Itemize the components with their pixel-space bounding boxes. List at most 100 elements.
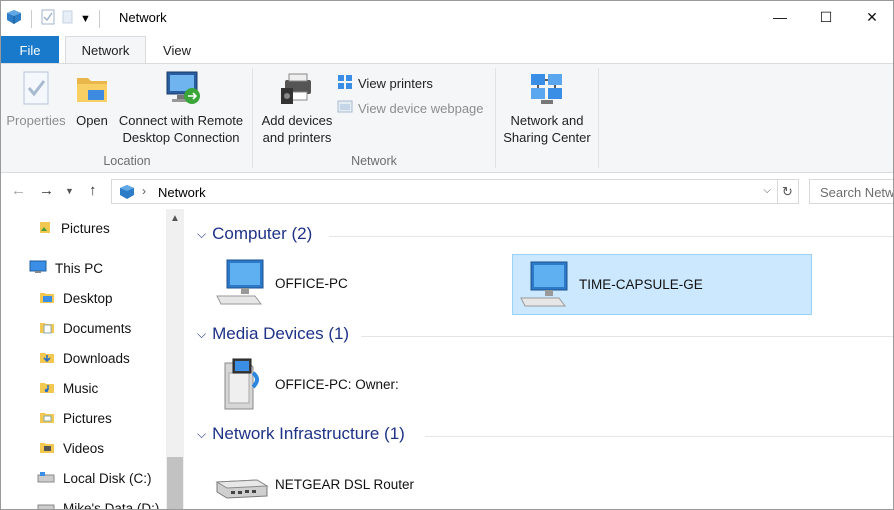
sidebar-item-data-drive[interactable]: Mike's Data (D:): [37, 499, 160, 510]
drive-icon: [37, 499, 55, 509]
quick-access-toolbar: ▼: [5, 8, 104, 29]
music-folder-icon: [39, 379, 55, 398]
search-input[interactable]: Search Network: [809, 179, 893, 204]
network-item-office-pc[interactable]: OFFICE-PC: [213, 254, 348, 312]
item-label: OFFICE-PC: Owner:: [275, 376, 399, 392]
title-bar: ▼ Network — ☐ ✕: [1, 1, 893, 35]
sidebar-item-label: Desktop: [63, 291, 113, 306]
sharing-group: Network and Sharing Center: [495, 64, 599, 172]
properties-button[interactable]: Properties: [5, 70, 67, 129]
refresh-button[interactable]: ↻: [777, 179, 799, 204]
properties-qat-icon[interactable]: [40, 9, 56, 28]
network-sharing-icon: [529, 70, 565, 108]
scroll-up-icon[interactable]: ▲: [166, 213, 184, 229]
group-divider: [361, 336, 893, 337]
pictures-folder-icon: [39, 409, 55, 428]
back-arrow-icon[interactable]: ←: [11, 182, 26, 199]
location-group-label: Location: [103, 154, 151, 168]
collapse-chevron-icon[interactable]: ⌵: [197, 427, 206, 442]
network-item-time-capsule[interactable]: TIME-CAPSULE-GE: [512, 254, 812, 315]
qat-separator: [98, 9, 100, 28]
content-pane: ⌵ Computer (2) OFFICE-PC TIME-CAPSULE-GE…: [187, 209, 893, 509]
sidebar-item-label: Music: [63, 381, 99, 396]
group-header-media-devices[interactable]: ⌵ Media Devices (1): [197, 324, 349, 344]
group-label: Media Devices (1): [212, 324, 350, 343]
group-header-computer[interactable]: ⌵ Computer (2): [197, 224, 312, 244]
tab-network[interactable]: Network: [65, 36, 146, 64]
desktop-folder-icon: [39, 289, 55, 308]
new-folder-qat-icon[interactable]: [60, 9, 76, 28]
sidebar-item-pictures-quick[interactable]: Pictures: [37, 219, 110, 238]
sidebar-item-documents[interactable]: Documents: [39, 319, 131, 338]
sidebar-item-this-pc[interactable]: This PC: [29, 259, 103, 278]
pictures-icon: [37, 219, 53, 238]
add-devices-button[interactable]: Add devices and printers: [257, 70, 337, 146]
maximize-button[interactable]: ☐: [803, 1, 849, 33]
remote-desktop-icon: [163, 70, 200, 108]
view-printers-button[interactable]: View printers: [337, 74, 433, 93]
sidebar-item-pictures[interactable]: Pictures: [39, 409, 112, 428]
network-sharing-center-button[interactable]: Network and Sharing Center: [499, 70, 595, 146]
minimize-button[interactable]: —: [757, 1, 803, 33]
close-button[interactable]: ✕: [849, 1, 893, 33]
printers-icon: [337, 74, 353, 93]
sidebar-item-label: Videos: [63, 441, 105, 456]
qat-separator: [31, 9, 32, 28]
sidebar-item-label: Downloads: [63, 351, 130, 366]
group-divider: [425, 436, 893, 437]
sidebar-item-label: Mike's Data (D:): [63, 501, 160, 510]
sidebar-item-music[interactable]: Music: [39, 379, 98, 398]
qat-dropdown-icon[interactable]: ▼: [80, 13, 91, 25]
sidebar-item-desktop[interactable]: Desktop: [39, 289, 113, 308]
properties-label: Properties: [6, 113, 66, 128]
this-pc-icon: [29, 259, 47, 278]
network-group-label: Network: [351, 154, 397, 168]
downloads-folder-icon: [39, 349, 55, 368]
network-sharing-label-line1: Network and: [510, 113, 584, 128]
documents-folder-icon: [39, 319, 55, 338]
view-device-webpage-button[interactable]: View device webpage: [337, 99, 484, 118]
window-title: Network: [119, 10, 167, 25]
window-controls: — ☐ ✕: [757, 1, 893, 33]
address-dropdown-icon[interactable]: ⌵: [763, 185, 771, 196]
remote-desktop-button[interactable]: Connect with Remote Desktop Connection: [117, 70, 245, 146]
forward-arrow-icon[interactable]: →: [39, 182, 54, 199]
scrollbar-thumb[interactable]: [167, 457, 183, 509]
open-button[interactable]: Open: [71, 70, 113, 129]
sidebar-item-downloads[interactable]: Downloads: [39, 349, 130, 368]
computer-icon: [517, 257, 573, 313]
network-location-icon: [118, 183, 136, 204]
network-sharing-label-line2: Sharing Center: [503, 130, 591, 145]
breadcrumb-network[interactable]: Network: [158, 185, 206, 200]
refresh-icon: ↻: [782, 183, 793, 199]
network-group: Add devices and printers View printers V…: [253, 64, 495, 172]
sidebar-scrollbar[interactable]: ▲: [166, 209, 184, 509]
ribbon: Properties Open Connect with Remote Desk…: [1, 63, 893, 173]
breadcrumb-chevron-icon[interactable]: ›: [142, 184, 146, 198]
tab-view[interactable]: View: [151, 36, 203, 64]
tab-file[interactable]: File: [1, 36, 59, 64]
item-label: NETGEAR DSL Router: [275, 476, 415, 492]
group-header-network-infrastructure[interactable]: ⌵ Network Infrastructure (1): [197, 424, 405, 444]
local-disk-icon: [37, 469, 55, 488]
sidebar-item-local-disk[interactable]: Local Disk (C:): [37, 469, 152, 488]
sidebar-item-label: Pictures: [61, 221, 110, 236]
network-item-media-device[interactable]: OFFICE-PC: Owner:: [213, 355, 399, 413]
open-folder-icon: [74, 70, 110, 108]
up-arrow-icon[interactable]: ↑: [89, 182, 97, 199]
add-devices-label-line1: Add devices: [261, 113, 333, 128]
collapse-chevron-icon[interactable]: ⌵: [197, 327, 206, 342]
address-bar[interactable]: › Network ⌵: [111, 179, 778, 204]
group-divider: [329, 236, 893, 237]
sidebar-item-label: Pictures: [63, 411, 112, 426]
properties-icon: [18, 70, 54, 108]
collapse-chevron-icon[interactable]: ⌵: [197, 227, 206, 242]
item-label: TIME-CAPSULE-GE: [579, 277, 703, 292]
router-icon: [213, 456, 269, 509]
add-devices-label-line2: and printers: [262, 130, 332, 145]
sidebar-item-label: Documents: [63, 321, 132, 336]
recent-locations-chevron-icon[interactable]: ▼: [65, 186, 74, 196]
network-item-router[interactable]: NETGEAR DSL Router: [213, 455, 415, 509]
group-label: Computer (2): [212, 224, 313, 243]
sidebar-item-videos[interactable]: Videos: [39, 439, 104, 458]
